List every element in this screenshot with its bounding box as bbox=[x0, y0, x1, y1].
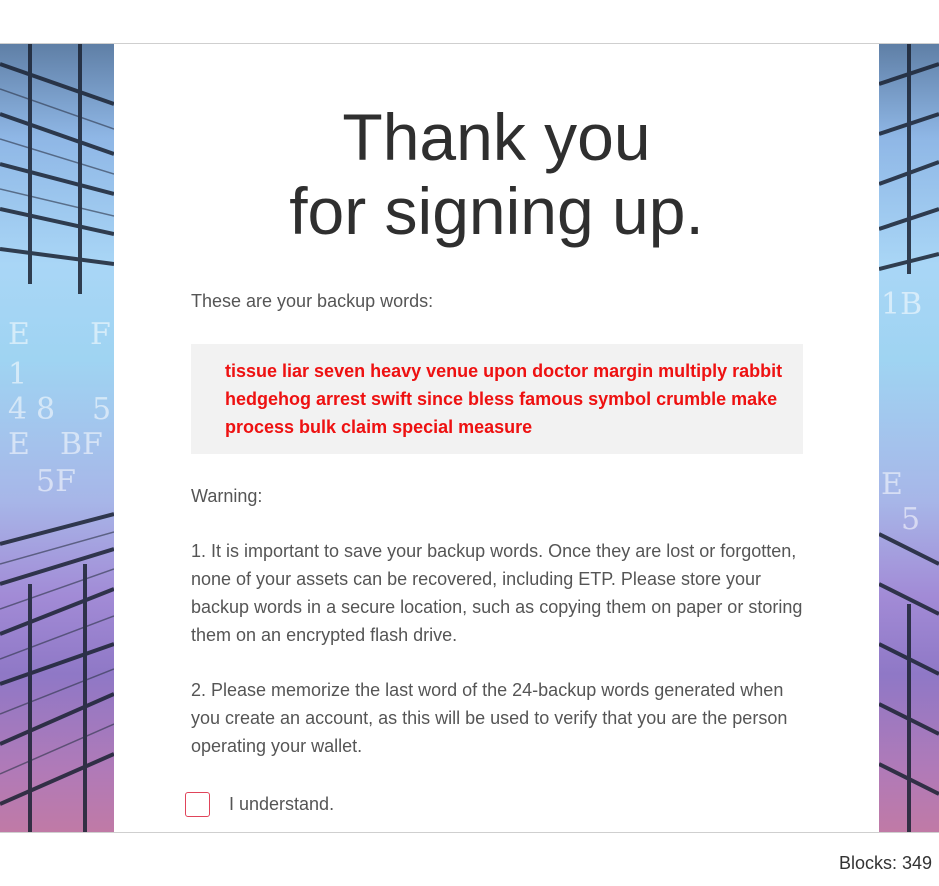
warning-label: Warning: bbox=[191, 486, 263, 506]
warning-item-2: 2. Please memorize the last word of the … bbox=[191, 680, 788, 756]
svg-text:5F: 5F bbox=[36, 464, 76, 499]
page-title: Thank you for signing up. bbox=[114, 100, 879, 248]
svg-text:5: 5 bbox=[92, 392, 111, 427]
svg-text:E: E bbox=[8, 317, 30, 352]
background-image-left: E F 1 4 8 5 E BF 5F bbox=[0, 44, 114, 832]
svg-text:E: E bbox=[881, 467, 903, 502]
svg-text:5: 5 bbox=[901, 502, 920, 537]
empty-checkbox-icon[interactable] bbox=[185, 791, 210, 817]
svg-text:BF: BF bbox=[60, 427, 103, 462]
understand-confirm[interactable]: I understand. bbox=[185, 789, 334, 819]
backup-words-box: tissue liar seven heavy venue upon docto… bbox=[191, 344, 803, 454]
understand-label: I understand. bbox=[229, 794, 335, 814]
svg-text:E: E bbox=[8, 427, 30, 462]
warning-item-1: 1. It is important to save your backup w… bbox=[191, 541, 803, 645]
svg-text:1: 1 bbox=[8, 357, 27, 392]
blocks-status: Blocks: 349 bbox=[839, 853, 933, 873]
svg-text:4: 4 bbox=[8, 392, 27, 427]
bottom-divider bbox=[0, 832, 939, 833]
signup-page: E F 1 4 8 5 E BF 5F 1B E 5 Thank you for… bbox=[0, 0, 939, 886]
svg-text:F: F bbox=[90, 317, 111, 352]
title-line-2: for signing up. bbox=[289, 174, 704, 248]
svg-text:8: 8 bbox=[36, 392, 55, 427]
signup-card: Thank you for signing up. These are your… bbox=[114, 44, 879, 832]
background-image-right: 1B E 5 bbox=[879, 44, 939, 832]
svg-text:1B: 1B bbox=[881, 287, 922, 322]
backup-words-text: tissue liar seven heavy venue upon docto… bbox=[225, 361, 783, 437]
title-line-1: Thank you bbox=[342, 100, 651, 174]
backup-words-label: These are your backup words: bbox=[191, 291, 434, 311]
